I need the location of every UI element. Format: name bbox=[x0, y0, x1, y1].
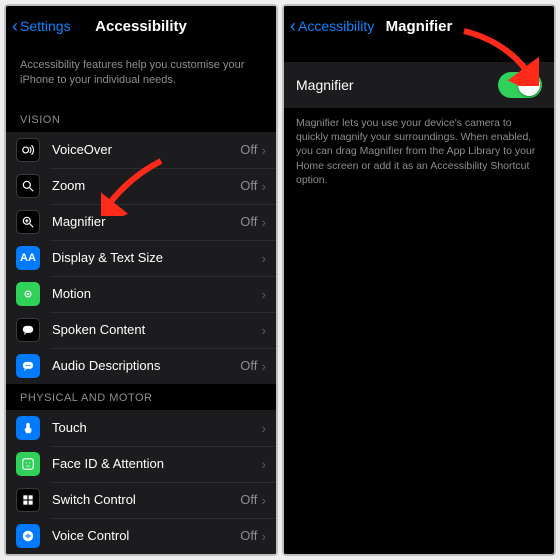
row-touch[interactable]: Touch › bbox=[6, 410, 276, 446]
chevron-right-icon: › bbox=[261, 250, 266, 266]
row-magnifier[interactable]: Magnifier Off › bbox=[6, 204, 276, 240]
row-value: Off bbox=[240, 358, 257, 373]
section-header-physical: PHYSICAL AND MOTOR bbox=[6, 384, 276, 410]
row-label: Magnifier bbox=[52, 214, 240, 229]
row-faceid[interactable]: Face ID & Attention › bbox=[6, 446, 276, 482]
row-label: Zoom bbox=[52, 178, 240, 193]
row-display-text-size[interactable]: AA Display & Text Size › bbox=[6, 240, 276, 276]
row-label: Display & Text Size bbox=[52, 250, 261, 265]
row-label: Switch Control bbox=[52, 492, 240, 507]
back-button[interactable]: ‹ Settings bbox=[12, 6, 71, 46]
magnifier-icon bbox=[16, 210, 40, 234]
row-voice-control[interactable]: Voice Control Off › bbox=[6, 518, 276, 554]
chevron-right-icon: › bbox=[261, 286, 266, 302]
row-zoom[interactable]: Zoom Off › bbox=[6, 168, 276, 204]
chevron-right-icon: › bbox=[261, 142, 266, 158]
row-switch-control[interactable]: Switch Control Off › bbox=[6, 482, 276, 518]
motion-icon bbox=[16, 282, 40, 306]
row-voiceover[interactable]: VoiceOver Off › bbox=[6, 132, 276, 168]
row-label: Spoken Content bbox=[52, 322, 261, 337]
page-title: Magnifier bbox=[386, 18, 453, 35]
phone-right: ‹ Accessibility Magnifier Magnifier Magn… bbox=[282, 4, 556, 556]
row-spoken-content[interactable]: Spoken Content › bbox=[6, 312, 276, 348]
display-text-size-icon: AA bbox=[16, 246, 40, 270]
chevron-right-icon: › bbox=[261, 178, 266, 194]
row-value: Off bbox=[240, 142, 257, 157]
voiceover-icon bbox=[16, 138, 40, 162]
faceid-icon bbox=[16, 452, 40, 476]
row-label: Voice Control bbox=[52, 528, 240, 543]
audio-descriptions-icon bbox=[16, 354, 40, 378]
phone-left: ‹ Settings Accessibility Accessibility f… bbox=[4, 4, 278, 556]
list-physical: Touch › Face ID & Attention › Switch Con… bbox=[6, 410, 276, 554]
chevron-right-icon: › bbox=[261, 322, 266, 338]
row-label: Face ID & Attention bbox=[52, 456, 261, 471]
row-label: Touch bbox=[52, 420, 261, 435]
toggle-row-magnifier: Magnifier bbox=[284, 62, 554, 108]
back-label: Accessibility bbox=[298, 18, 374, 34]
content[interactable]: Accessibility features help you customis… bbox=[6, 46, 276, 554]
toggle-label: Magnifier bbox=[296, 77, 354, 93]
row-value: Off bbox=[240, 528, 257, 543]
back-button[interactable]: ‹ Accessibility bbox=[290, 6, 374, 46]
chevron-right-icon: › bbox=[261, 456, 266, 472]
toggle-switch[interactable] bbox=[498, 72, 542, 98]
page-title: Accessibility bbox=[95, 18, 187, 35]
chevron-left-icon: ‹ bbox=[12, 17, 18, 35]
switch-control-icon bbox=[16, 488, 40, 512]
list-vision: VoiceOver Off › Zoom Off › Magnifier Off… bbox=[6, 132, 276, 384]
back-label: Settings bbox=[20, 18, 71, 34]
chevron-left-icon: ‹ bbox=[290, 17, 296, 35]
row-label: Audio Descriptions bbox=[52, 358, 240, 373]
chevron-right-icon: › bbox=[261, 492, 266, 508]
chevron-right-icon: › bbox=[261, 214, 266, 230]
section-header-vision: VISION bbox=[6, 106, 276, 132]
navbar: ‹ Accessibility Magnifier bbox=[284, 6, 554, 46]
chevron-right-icon: › bbox=[261, 528, 266, 544]
voice-control-icon bbox=[16, 524, 40, 548]
row-value: Off bbox=[240, 214, 257, 229]
chevron-right-icon: › bbox=[261, 358, 266, 374]
row-motion[interactable]: Motion › bbox=[6, 276, 276, 312]
zoom-icon bbox=[16, 174, 40, 198]
row-label: Motion bbox=[52, 286, 261, 301]
navbar: ‹ Settings Accessibility bbox=[6, 6, 276, 46]
intro-text: Accessibility features help you customis… bbox=[6, 46, 276, 106]
spoken-content-icon bbox=[16, 318, 40, 342]
row-label: VoiceOver bbox=[52, 142, 240, 157]
touch-icon bbox=[16, 416, 40, 440]
chevron-right-icon: › bbox=[261, 420, 266, 436]
row-value: Off bbox=[240, 492, 257, 507]
content: Magnifier Magnifier lets you use your de… bbox=[284, 46, 554, 554]
row-audio-descriptions[interactable]: Audio Descriptions Off › bbox=[6, 348, 276, 384]
toggle-description: Magnifier lets you use your device's cam… bbox=[284, 108, 554, 195]
row-value: Off bbox=[240, 178, 257, 193]
